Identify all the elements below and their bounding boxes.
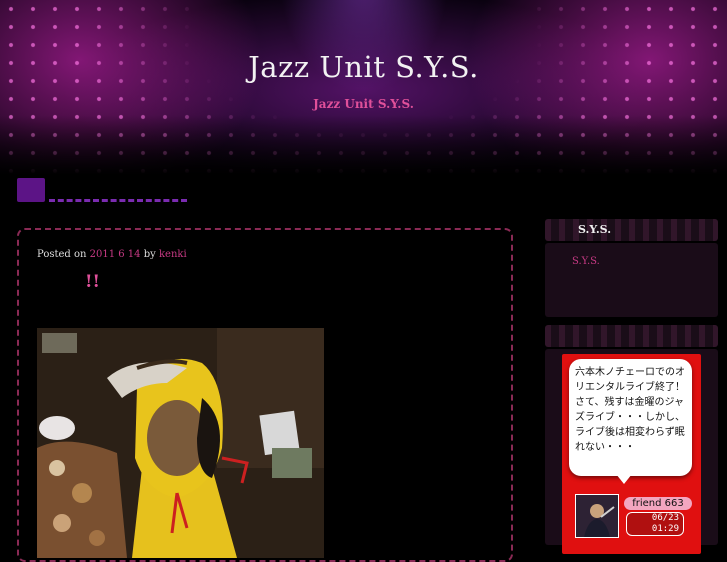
friend-widget[interactable]: 六本木ノチェーロでのオリエンタルライブ終了！さて、残すは金曜のジャズライブ・・・… [562,354,701,554]
posted-on-label: Posted on [37,249,87,260]
timestamp-date: 06/23 [651,513,679,523]
sidebar-widget-body: S.Y.S. [545,243,718,317]
sidebar-widget2-header [545,325,718,347]
avatar[interactable] [575,494,619,538]
post-author-link[interactable]: kenki [159,249,187,260]
nav-divider [49,199,187,202]
by-label: by [143,249,156,260]
nav-home-block[interactable] [17,178,45,202]
post-photo[interactable] [37,328,324,558]
sidebar-link-sys[interactable]: S.Y.S. [572,256,600,267]
message-bubble: 六本木ノチェーロでのオリエンタルライブ終了！さて、残すは金曜のジャズライブ・・・… [569,359,692,476]
friend-count: friend 663 [624,497,692,510]
sidebar-widget-title: S.Y.S. [578,223,612,236]
timestamp-time: 01:29 [651,524,679,534]
post-title[interactable]: !! [85,272,100,292]
site-header: Jazz Unit S.Y.S. Jazz Unit S.Y.S. [0,0,727,175]
post-date-link[interactable]: 2011 6 14 [90,249,141,260]
site-title[interactable]: Jazz Unit S.Y.S. [0,50,727,84]
sidebar-widget-header: S.Y.S. [545,219,718,241]
post-article: Posted on 2011 6 14 by kenki !! [17,228,513,562]
message-text: 六本木ノチェーロでのオリエンタルライブ終了！さて、残すは金曜のジャズライブ・・・… [575,367,685,453]
site-description: Jazz Unit S.Y.S. [313,97,414,111]
post-meta: Posted on 2011 6 14 by kenki [37,249,187,260]
timestamp: 06/23 01:29 [626,512,684,536]
